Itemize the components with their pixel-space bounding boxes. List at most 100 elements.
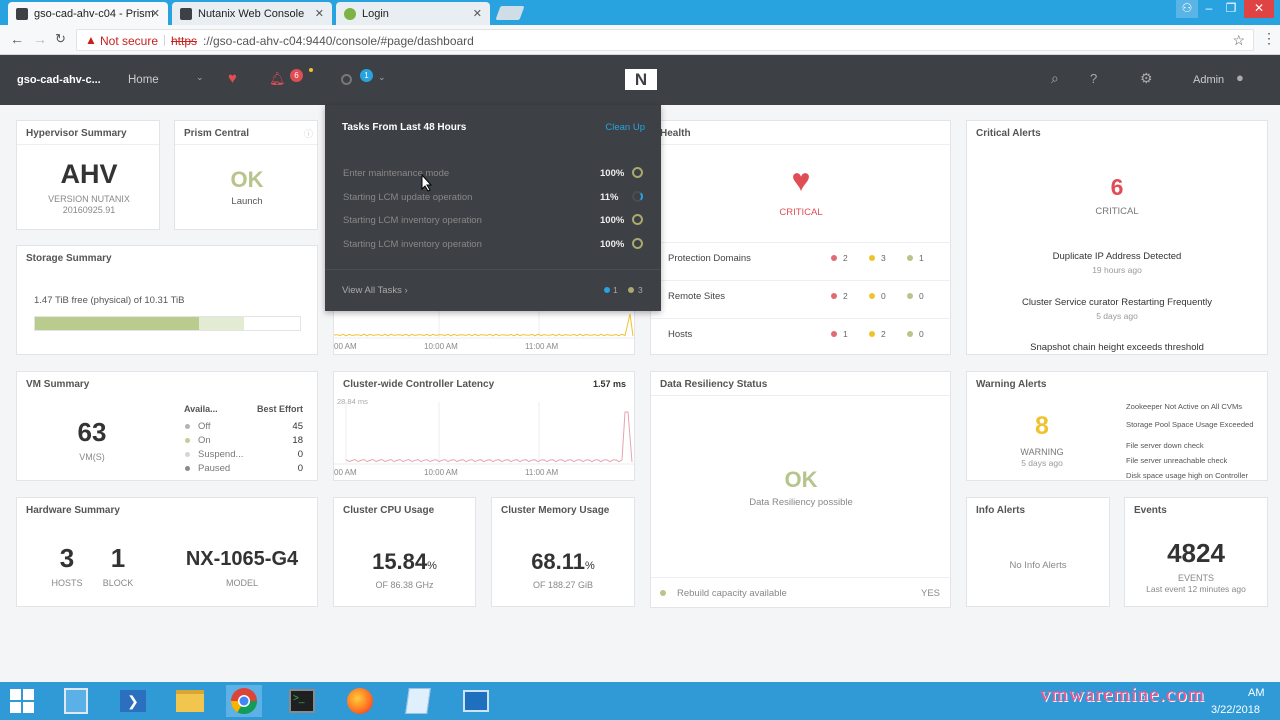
prism-central-card[interactable]: Prism Central ⓘ OK Launch (174, 120, 318, 230)
tasks-icon[interactable] (341, 74, 352, 85)
star-icon[interactable]: ☆ (1232, 32, 1245, 49)
health-card[interactable]: Health ♥ CRITICAL Protection Domains 2 3 1 R… (650, 120, 951, 355)
not-secure-label[interactable]: Not secure (100, 34, 158, 48)
storage-summary-card[interactable]: Storage Summary 1.47 TiB free (physical)… (16, 245, 318, 355)
close-icon[interactable]: ✕ (151, 7, 160, 20)
file-explorer-icon[interactable] (172, 685, 208, 717)
window-close-icon[interactable]: ✕ (1244, 0, 1274, 18)
health-red-dot (831, 331, 837, 337)
health-yellow-dot (869, 331, 875, 337)
info-icon[interactable]: ⓘ (304, 127, 313, 140)
chevron-down-icon[interactable]: ⌄ (196, 72, 204, 83)
clock-time: AM (1248, 687, 1265, 699)
menu-icon[interactable]: ⋮ (1262, 30, 1276, 47)
user-menu[interactable]: Admin (1193, 74, 1224, 86)
warning-item[interactable]: File server down check (1126, 441, 1266, 450)
clean-up-link[interactable]: Clean Up (605, 122, 645, 133)
vm-state-dot (185, 438, 190, 443)
remote-desktop-icon[interactable] (458, 685, 494, 717)
health-green-count[interactable]: 0 (919, 329, 924, 339)
info-alerts-card[interactable]: Info Alerts No Info Alerts (966, 497, 1110, 607)
vm-summary-card[interactable]: VM Summary 63 VM(S) Availa... Best Effor… (16, 371, 318, 481)
new-tab-button[interactable] (495, 6, 525, 20)
warning-item[interactable]: Storage Pool Space Usage Exceeded (1126, 420, 1266, 429)
vm-col-availability: Availa... (184, 404, 218, 414)
close-icon[interactable]: ✕ (473, 7, 482, 20)
address-bar: ← → ↻ ▲ Not secure | https ://gso-cad-ah… (0, 25, 1280, 55)
hardware-summary-card[interactable]: Hardware Summary 3 HOSTS 1 BLOCK NX-1065… (16, 497, 318, 607)
health-yellow-count[interactable]: 0 (881, 291, 886, 301)
back-icon[interactable]: ← (10, 31, 24, 47)
url-path: ://gso-cad-ahv-c04:9440/console/#page/da… (203, 34, 474, 48)
cluster-name[interactable]: gso-cad-ahv-c... (17, 74, 101, 86)
tab-web-console[interactable]: Nutanix Web Console ✕ (172, 2, 332, 25)
heart-icon[interactable]: ♥ (228, 70, 237, 87)
bell-icon[interactable]: 🔔︎ (269, 71, 286, 87)
vm-state-label: On (198, 435, 211, 446)
task-row[interactable]: Starting LCM inventory operation 100% (343, 214, 648, 230)
alert-text[interactable]: Snapshot chain height exceeds threshold (967, 342, 1267, 353)
alert-text[interactable]: Cluster Service curator Restarting Frequ… (967, 297, 1267, 308)
running-dot (604, 287, 610, 293)
minimize-icon[interactable]: – (1198, 0, 1220, 18)
health-row-label[interactable]: Protection Domains (668, 253, 751, 264)
browser-tab-bar: gso-cad-ahv-c04 - Prism ✕ Nutanix Web Co… (0, 0, 1280, 25)
launch-link[interactable]: Launch (175, 196, 319, 207)
tasks-title: Tasks From Last 48 Hours (342, 122, 467, 133)
task-row[interactable]: Enter maintenance mode 100% (343, 167, 648, 183)
forward-icon[interactable]: → (33, 31, 47, 47)
critical-alerts-card[interactable]: Critical Alerts 6 CRITICAL Duplicate IP … (966, 120, 1268, 355)
gear-icon[interactable]: ⚙ (1140, 70, 1153, 87)
health-red-count[interactable]: 2 (843, 253, 848, 263)
close-icon[interactable]: ✕ (315, 7, 324, 20)
url-field[interactable]: ▲ Not secure | https ://gso-cad-ahv-c04:… (76, 29, 1254, 51)
task-row[interactable]: Starting LCM update operation 11% (343, 190, 648, 207)
tab-prism[interactable]: gso-cad-ahv-c04 - Prism ✕ (8, 2, 168, 25)
help-icon[interactable]: ? (1090, 71, 1097, 86)
user-icon[interactable]: ⚇ (1176, 0, 1198, 18)
windows-taskbar: ❯ >_ ⌂ AM 3/22/2018 vmwaremine.com (0, 682, 1280, 720)
chevron-down-icon[interactable]: ⌄ (378, 72, 386, 83)
warning-dot (309, 68, 313, 72)
alert-text[interactable]: Duplicate IP Address Detected (967, 251, 1267, 262)
events-card[interactable]: Events 4824 EVENTS Last event 12 minutes… (1124, 497, 1268, 607)
health-yellow-count[interactable]: 2 (881, 329, 886, 339)
vm-col-besteffort: Best Effort (257, 404, 304, 414)
events-count: 4824 (1167, 538, 1225, 568)
notepad-icon[interactable] (400, 685, 436, 717)
restore-icon[interactable]: ❐ (1220, 0, 1242, 18)
reload-icon[interactable]: ↻ (55, 31, 66, 47)
home-menu[interactable]: Home (128, 74, 159, 86)
warning-item[interactable]: Zookeeper Not Active on All CVMs (1126, 402, 1266, 411)
chrome-icon[interactable] (226, 685, 262, 717)
warning-item[interactable]: File server unreachable check (1126, 456, 1266, 465)
health-green-count[interactable]: 1 (919, 253, 924, 263)
warning-alerts-card[interactable]: Warning Alerts 8 WARNING 5 days ago Zook… (966, 371, 1268, 481)
health-red-count[interactable]: 1 (843, 329, 848, 339)
powershell-icon[interactable]: ❯ (115, 685, 151, 717)
windows-start-icon[interactable] (4, 685, 40, 717)
cpu-usage-card[interactable]: Cluster CPU Usage 15.84% OF 86.38 GHz (333, 497, 476, 607)
memory-usage-card[interactable]: Cluster Memory Usage 68.11% OF 188.27 Gi… (491, 497, 635, 607)
health-green-count[interactable]: 0 (919, 291, 924, 301)
avatar[interactable]: ● (1236, 70, 1244, 85)
task-row[interactable]: Starting LCM inventory operation 100% (343, 237, 648, 254)
terminal-icon[interactable]: >_ (284, 685, 320, 717)
latency-card[interactable]: Cluster-wide Controller Latency 1.57 ms … (333, 371, 635, 481)
health-yellow-count[interactable]: 3 (881, 253, 886, 263)
tab-login[interactable]: Login ✕ (336, 2, 490, 25)
storage-used-bar (35, 317, 200, 330)
task-progress-icon (632, 214, 643, 225)
search-icon[interactable]: ⌕ (1051, 70, 1059, 87)
view-all-tasks-link[interactable]: View All Tasks › (342, 285, 408, 296)
health-row-label[interactable]: Hosts (668, 329, 692, 340)
data-resiliency-card[interactable]: Data Resiliency Status OK Data Resilienc… (650, 371, 951, 608)
firefox-icon[interactable] (342, 685, 378, 717)
hypervisor-summary-card[interactable]: Hypervisor Summary AHV VERSION NUTANIX 2… (16, 120, 160, 230)
warning-item[interactable]: Disk space usage high on Controller (1126, 471, 1266, 480)
server-manager-icon[interactable] (58, 685, 94, 717)
health-row-label[interactable]: Remote Sites (668, 291, 725, 302)
blocks-count: 1 (110, 543, 126, 573)
latency-value: 1.57 ms (592, 379, 626, 389)
health-red-count[interactable]: 2 (843, 291, 848, 301)
